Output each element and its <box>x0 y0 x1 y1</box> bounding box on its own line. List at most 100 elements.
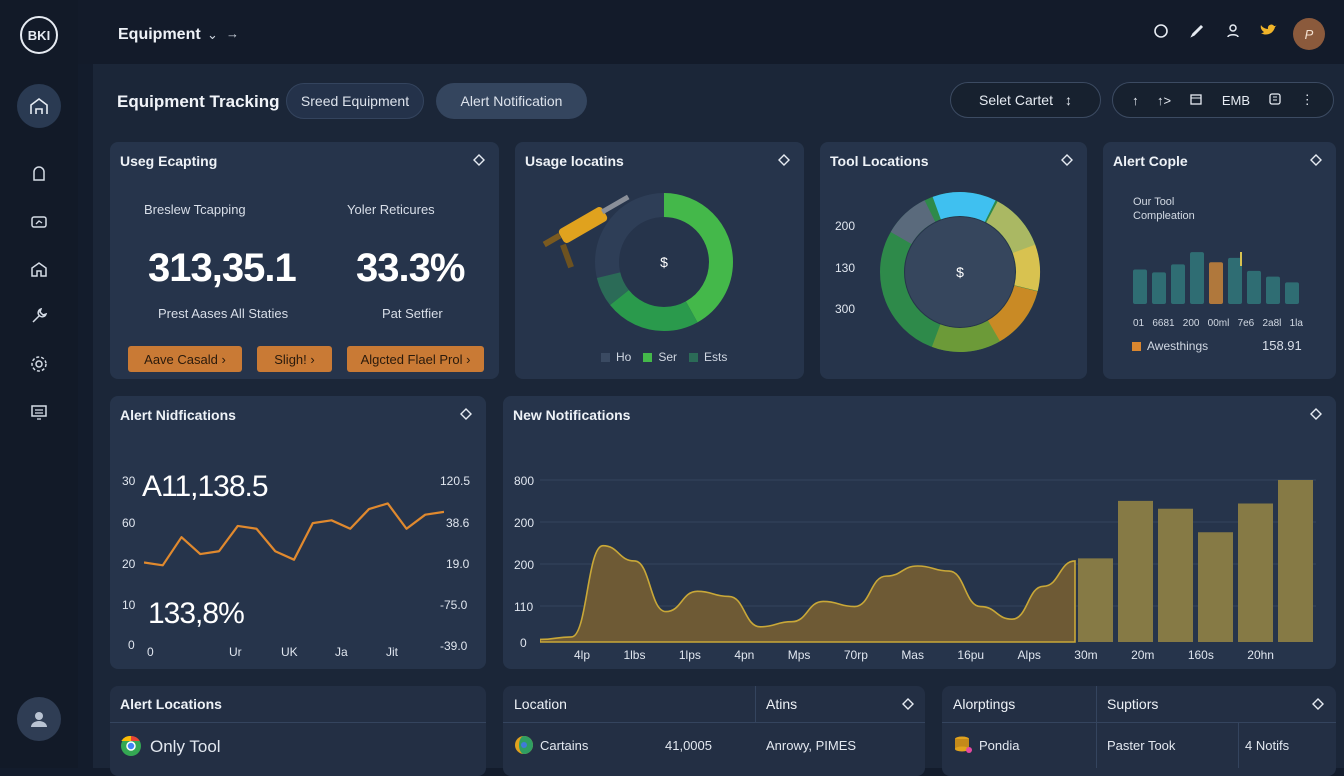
divider <box>755 686 756 722</box>
sidebar-item-reports[interactable] <box>27 400 51 424</box>
diamond-icon[interactable] <box>458 406 474 422</box>
diamond-icon[interactable] <box>776 152 792 168</box>
y-axis-right-label: 19.0 <box>446 557 470 571</box>
right-metric-label: Yoler Reticures <box>347 202 435 217</box>
x-tick: 160s <box>1187 648 1214 662</box>
x-tick: Jit <box>386 645 398 659</box>
pen-icon[interactable] <box>1186 20 1208 42</box>
y-axis-left-label: 30 <box>122 474 136 488</box>
sidebar-item-home2[interactable] <box>27 257 51 281</box>
alert-line-chart <box>144 502 444 567</box>
sort-icon: ↕ <box>1064 92 1072 108</box>
y-axis-right-label: 120.5 <box>440 474 471 488</box>
table-cell[interactable]: Cartains <box>540 738 588 753</box>
column-header[interactable]: Atins <box>766 696 797 712</box>
column-header[interactable]: Location <box>514 696 567 712</box>
legend-label: Awesthings <box>1147 339 1209 353</box>
save-button[interactable]: Aave Casald › <box>128 346 242 372</box>
calendar-icon[interactable] <box>1189 92 1203 109</box>
y-axis-left-label: 20 <box>122 557 136 571</box>
toolbar-group: ↑ ↑> EMB ⋮ <box>1112 82 1334 118</box>
wrench-icon <box>32 307 48 323</box>
x-tick: 1lbs <box>623 648 646 662</box>
radial-center-label: $ <box>956 264 964 280</box>
chevron-down-icon[interactable]: ⌄ <box>207 27 218 43</box>
sidebar: BKI <box>0 0 78 768</box>
sidebar-item-settings[interactable] <box>27 352 51 376</box>
sidebar-item-devices[interactable] <box>27 210 51 234</box>
diamond-icon[interactable] <box>471 152 487 168</box>
sidebar-item-tools[interactable] <box>27 304 51 328</box>
trend-up-icon[interactable]: ↑ <box>1132 93 1139 108</box>
tab-alert-notification[interactable]: Alert Notification <box>436 83 587 119</box>
chart-subtitle: Our Tool Compleation <box>1133 196 1195 222</box>
bar-legend: Awesthings <box>1132 339 1208 353</box>
profile-avatar[interactable]: P <box>1293 18 1325 50</box>
x-tick: Ur <box>229 645 242 659</box>
app-logo[interactable]: BKI <box>20 16 58 54</box>
new-notifications-chart <box>540 479 1316 643</box>
donut-legend: Ho Ser Ests <box>601 350 727 364</box>
table-cell[interactable]: Pondia <box>979 738 1019 753</box>
user-group-icon[interactable] <box>1222 20 1244 42</box>
grid-icon[interactable] <box>1268 92 1282 109</box>
y-axis-label: 200 <box>835 219 856 233</box>
breadcrumb-title[interactable]: Equipment <box>118 26 201 44</box>
emb-button[interactable]: EMB <box>1222 93 1250 108</box>
diamond-icon[interactable] <box>1059 152 1075 168</box>
legend-label: Ho <box>616 350 632 364</box>
legend-value: 158.91 <box>1262 338 1302 353</box>
circle-icon[interactable] <box>1150 20 1172 42</box>
select-cart-dropdown[interactable]: Selet Cartet ↕ <box>950 82 1101 118</box>
bar <box>1152 272 1166 304</box>
x-tick: 1la <box>1289 318 1303 329</box>
sidebar-item-bell[interactable] <box>27 162 51 186</box>
x-tick: Alps <box>1017 648 1041 662</box>
sidebar-item-home[interactable] <box>17 84 61 128</box>
diamond-icon[interactable] <box>900 696 916 712</box>
donut-center-label: $ <box>660 254 668 270</box>
table-cell: 41,0005 <box>665 738 712 753</box>
y-axis-right-label: -39.0 <box>440 639 468 653</box>
user-avatar[interactable] <box>17 697 61 741</box>
table-row[interactable]: Only Tool <box>150 737 221 757</box>
area-series <box>540 544 1076 643</box>
forward-arrow-icon[interactable]: → <box>226 26 239 41</box>
bar <box>1266 276 1280 304</box>
diamond-icon[interactable] <box>1308 406 1324 422</box>
card-title: Usage locatins <box>525 153 624 169</box>
bar <box>1198 532 1233 642</box>
user-icon <box>31 712 47 727</box>
y-axis-label: 800 <box>514 474 535 488</box>
y-axis-label: 130 <box>835 261 856 275</box>
home-icon <box>31 262 47 277</box>
diamond-icon[interactable] <box>1308 152 1324 168</box>
left-metric-label: Breslew Tcapping <box>144 202 246 217</box>
column-header[interactable]: Alorptings <box>953 696 1015 712</box>
aligned-profile-button[interactable]: Algcted Flael Prol › <box>347 346 484 372</box>
line-series <box>144 502 444 567</box>
x-tick: Mps <box>787 648 811 662</box>
legend-swatch <box>689 352 699 362</box>
diamond-icon[interactable] <box>1310 696 1326 712</box>
tab-sreed-equipment[interactable]: Sreed Equipment <box>286 83 424 119</box>
table-cell: Paster Took <box>1107 738 1176 753</box>
globe-icon <box>515 736 533 754</box>
tool-locations-radial-chart: $ <box>880 192 1040 352</box>
bird-icon[interactable] <box>1258 20 1280 42</box>
x-tick: 7e6 <box>1237 318 1255 329</box>
x-axis-labels: 4lp 1lbs 1lps 4pn Mps 70rp Mas 16pu Alps… <box>574 648 1274 662</box>
export-icon[interactable]: ↑> <box>1157 93 1171 108</box>
divider <box>1238 722 1239 768</box>
x-tick: 20m <box>1131 648 1155 662</box>
x-tick: 16pu <box>957 648 985 662</box>
x-tick: 0 <box>147 645 154 659</box>
table-cell: 4 Notifs <box>1245 738 1290 753</box>
slight-button[interactable]: Sligh! › <box>257 346 332 372</box>
card-title: New Notifications <box>513 407 631 423</box>
column-header[interactable]: Suptiors <box>1107 696 1158 712</box>
bar <box>1238 503 1273 642</box>
more-vertical-icon[interactable]: ⋮ <box>1301 92 1314 108</box>
x-tick: 00ml <box>1207 318 1230 329</box>
bell-icon <box>33 166 45 181</box>
